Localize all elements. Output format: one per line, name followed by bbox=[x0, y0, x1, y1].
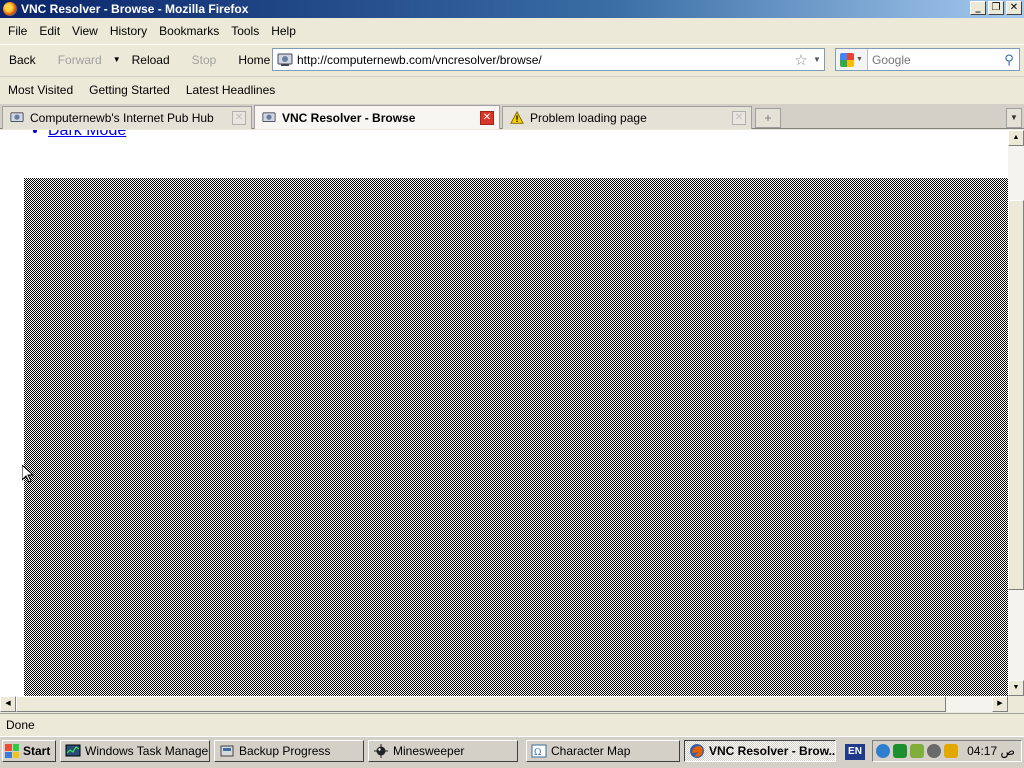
google-icon bbox=[840, 52, 855, 67]
status-text: Done bbox=[6, 717, 35, 732]
backup-icon bbox=[220, 745, 234, 757]
horizontal-scrollbar[interactable]: ◀ ▶ bbox=[0, 696, 1008, 712]
tab-label: VNC Resolver - Browse bbox=[282, 110, 416, 125]
tab-bar: Computernewb's Internet Pub Hub ✕ VNC Re… bbox=[0, 104, 1024, 129]
scrollbar-corner bbox=[1008, 696, 1024, 712]
firefox-icon bbox=[3, 2, 17, 16]
back-button[interactable]: Back bbox=[2, 53, 43, 67]
taskbar-item-character-map[interactable]: Ω Character Map bbox=[526, 740, 680, 762]
bookmark-getting-started[interactable]: Getting Started bbox=[81, 83, 178, 97]
horizontal-scroll-thumb[interactable] bbox=[16, 696, 946, 712]
menu-bookmarks[interactable]: Bookmarks bbox=[153, 24, 225, 38]
scroll-down-arrow[interactable]: ▼ bbox=[1008, 680, 1024, 696]
taskbar-item-firefox[interactable]: VNC Resolver - Brow... bbox=[684, 740, 836, 762]
language-indicator[interactable]: EN bbox=[845, 744, 865, 760]
url-dropdown-arrow[interactable]: ▼ bbox=[810, 55, 824, 64]
page-content: Dark Mode bbox=[0, 130, 1008, 696]
windows-logo-icon bbox=[5, 744, 19, 758]
taskbar-item-label: Windows Task Manager bbox=[85, 744, 210, 758]
status-bar: Done bbox=[0, 713, 1024, 735]
menu-tools[interactable]: Tools bbox=[225, 24, 265, 38]
url-bar[interactable]: http://computernewb.com/vncresolver/brow… bbox=[272, 48, 825, 71]
search-icon[interactable]: ⚲ bbox=[999, 52, 1019, 68]
taskbar-item-task-manager[interactable]: Windows Task Manager bbox=[60, 740, 210, 762]
system-tray: 04:17 ص bbox=[872, 740, 1022, 762]
taskbar-item-label: Backup Progress bbox=[239, 744, 331, 758]
bookmark-most-visited[interactable]: Most Visited bbox=[0, 83, 81, 97]
clock[interactable]: 04:17 ص bbox=[967, 744, 1015, 758]
taskbar-item-label: Character Map bbox=[551, 744, 631, 758]
bookmarks-toolbar: Most Visited Getting Started Latest Head… bbox=[0, 76, 1024, 102]
bookmark-latest-headlines[interactable]: Latest Headlines bbox=[178, 83, 283, 97]
home-button[interactable]: Home bbox=[231, 53, 277, 67]
tab-close-icon[interactable]: ✕ bbox=[232, 111, 246, 125]
forward-button[interactable]: Forward bbox=[51, 53, 109, 67]
tab-close-icon[interactable]: ✕ bbox=[732, 111, 746, 125]
url-text[interactable]: http://computernewb.com/vncresolver/brow… bbox=[297, 53, 792, 67]
navigation-toolbar: Back Forward ▼ Reload Stop Home http://c… bbox=[0, 44, 1024, 74]
scroll-left-arrow[interactable]: ◀ bbox=[0, 696, 16, 712]
history-dropdown-arrow[interactable]: ▼ bbox=[109, 55, 125, 64]
dark-mode-link[interactable]: Dark Mode bbox=[48, 130, 126, 139]
tray-app-icon[interactable] bbox=[910, 744, 924, 758]
window-title: VNC Resolver - Browse - Mozilla Firefox bbox=[21, 2, 249, 16]
stop-button[interactable]: Stop bbox=[185, 53, 224, 67]
windows-taskbar: Start Windows Task Manager Backup Progre… bbox=[0, 736, 1024, 768]
tab-close-icon[interactable]: ✕ bbox=[480, 110, 494, 125]
engine-dropdown-arrow: ▼ bbox=[856, 56, 863, 63]
taskbar-item-backup-progress[interactable]: Backup Progress bbox=[214, 740, 364, 762]
taskbar-item-label: VNC Resolver - Brow... bbox=[709, 744, 836, 758]
menu-history[interactable]: History bbox=[104, 24, 153, 38]
menu-edit[interactable]: Edit bbox=[33, 24, 66, 38]
tab-vnc-resolver-browse[interactable]: VNC Resolver - Browse ✕ bbox=[254, 105, 500, 129]
network-icon[interactable] bbox=[876, 744, 890, 758]
menu-bar: File Edit View History Bookmarks Tools H… bbox=[0, 20, 1024, 42]
restore-button[interactable]: ❐ bbox=[988, 1, 1004, 15]
menu-view[interactable]: View bbox=[66, 24, 104, 38]
site-icon bbox=[277, 53, 293, 66]
window-titlebar[interactable]: VNC Resolver - Browse - Mozilla Firefox … bbox=[0, 0, 1024, 18]
list-item: Dark Mode bbox=[48, 130, 126, 140]
site-icon bbox=[261, 110, 277, 126]
close-window-button[interactable]: ✕ bbox=[1006, 1, 1022, 15]
search-engine-selector[interactable]: ▼ bbox=[836, 49, 868, 70]
volume-icon[interactable] bbox=[927, 744, 941, 758]
warning-icon bbox=[509, 110, 525, 126]
start-label: Start bbox=[23, 744, 51, 758]
tab-list-dropdown[interactable]: ▼ bbox=[1006, 108, 1022, 128]
tab-computernewb-pub-hub[interactable]: Computernewb's Internet Pub Hub ✕ bbox=[2, 106, 252, 129]
new-tab-button[interactable]: + bbox=[755, 108, 781, 128]
tab-problem-loading-page[interactable]: Problem loading page ✕ bbox=[502, 106, 752, 129]
vnc-screenshot-image[interactable] bbox=[24, 178, 1008, 696]
security-icon[interactable] bbox=[893, 744, 907, 758]
start-button[interactable]: Start bbox=[2, 740, 56, 762]
page-link-list: Dark Mode bbox=[48, 130, 126, 140]
menu-help[interactable]: Help bbox=[265, 24, 302, 38]
task-manager-icon bbox=[65, 744, 81, 757]
bookmark-star-icon[interactable]: ☆ bbox=[792, 51, 810, 69]
character-map-icon: Ω bbox=[531, 744, 547, 758]
vertical-scrollbar[interactable]: ▲ ▼ bbox=[1008, 130, 1024, 696]
mouse-cursor-icon bbox=[22, 465, 34, 483]
reload-button[interactable]: Reload bbox=[125, 53, 177, 67]
minesweeper-icon bbox=[374, 744, 388, 758]
vertical-scroll-thumb[interactable] bbox=[1008, 200, 1024, 590]
taskbar-item-minesweeper[interactable]: Minesweeper bbox=[368, 740, 518, 762]
search-input[interactable] bbox=[868, 52, 999, 67]
search-box[interactable]: ▼ ⚲ bbox=[835, 48, 1020, 71]
scroll-up-arrow[interactable]: ▲ bbox=[1008, 130, 1024, 146]
site-icon bbox=[9, 110, 25, 126]
svg-text:Ω: Ω bbox=[534, 748, 541, 758]
tab-label: Problem loading page bbox=[530, 111, 647, 125]
scroll-right-arrow[interactable]: ▶ bbox=[992, 696, 1008, 712]
firefox-icon bbox=[690, 744, 704, 758]
taskbar-item-label: Minesweeper bbox=[393, 744, 465, 758]
updates-icon[interactable] bbox=[944, 744, 958, 758]
minimize-button[interactable]: _ bbox=[970, 1, 986, 15]
menu-file[interactable]: File bbox=[2, 24, 33, 38]
tab-label: Computernewb's Internet Pub Hub bbox=[30, 111, 214, 125]
